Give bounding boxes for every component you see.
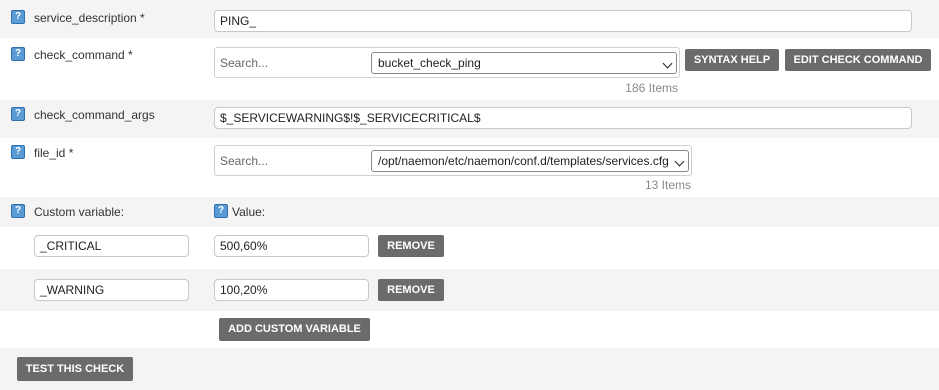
file-id-select[interactable]: /opt/naemon/etc/naemon/conf.d/templates/… (371, 150, 689, 172)
file-id-picker: Search... /opt/naemon/etc/naemon/conf.d/… (214, 145, 692, 176)
check-command-count: 186 Items (625, 81, 678, 95)
custom-variable-name-input[interactable]: _WARNING (34, 279, 189, 301)
custom-variable-name-input[interactable]: _CRITICAL (34, 235, 189, 257)
check-command-args-input[interactable]: $_SERVICEWARNING$!$_SERVICECRITICAL$ (214, 107, 912, 129)
row-check-command: ? check_command * Search... bucket_check… (0, 38, 939, 101)
add-custom-variable-button[interactable]: ADD CUSTOM VARIABLE (219, 318, 370, 341)
value-header: Value: (232, 205, 266, 219)
custom-variable-header: Custom variable: (34, 205, 125, 219)
check-command-search-input[interactable]: Search... (220, 56, 268, 70)
help-icon[interactable]: ? (11, 10, 25, 24)
row-service-description: ? service_description * PING_ (0, 0, 939, 39)
row-file-id: ? file_id * Search... /opt/naemon/etc/na… (0, 138, 939, 198)
file-id-search-input[interactable]: Search... (220, 154, 268, 168)
custom-variable-value-input[interactable]: 100,20% (214, 279, 369, 301)
remove-button[interactable]: REMOVE (378, 279, 444, 301)
check-command-picker: Search... bucket_check_ping (214, 47, 680, 78)
file-id-count: 13 Items (644, 178, 691, 192)
help-icon[interactable]: ? (11, 145, 25, 159)
row-test: TEST THIS CHECK (0, 348, 939, 390)
row-custom-variable-header: ? Custom variable: ? Value: (0, 197, 939, 227)
remove-button[interactable]: REMOVE (378, 235, 444, 257)
check-command-label: check_command * (34, 48, 133, 62)
help-icon[interactable]: ? (11, 204, 25, 218)
help-icon[interactable]: ? (11, 107, 25, 121)
custom-variable-value-input[interactable]: 500,60% (214, 235, 369, 257)
syntax-help-button[interactable]: SYNTAX HELP (685, 49, 779, 71)
edit-check-command-button[interactable]: EDIT CHECK COMMAND (785, 49, 931, 71)
file-id-selected: /opt/naemon/etc/naemon/conf.d/templates/… (378, 154, 669, 168)
chevron-down-icon (662, 58, 673, 69)
check-command-args-label: check_command_args (34, 108, 155, 122)
check-command-selected: bucket_check_ping (378, 56, 481, 70)
help-icon[interactable]: ? (11, 47, 25, 61)
custom-variable-row: _CRITICAL 500,60% REMOVE (0, 227, 939, 270)
service-description-label: service_description * (34, 11, 145, 25)
file-id-label: file_id * (34, 146, 74, 160)
row-add-custom-variable: ADD CUSTOM VARIABLE (0, 311, 939, 348)
test-this-check-button[interactable]: TEST THIS CHECK (17, 357, 133, 381)
chevron-down-icon (674, 156, 685, 167)
service-description-input[interactable]: PING_ (214, 10, 912, 32)
row-check-command-args: ? check_command_args $_SERVICEWARNING$!$… (0, 100, 939, 139)
help-icon[interactable]: ? (214, 204, 228, 218)
custom-variable-row: _WARNING 100,20% REMOVE (0, 269, 939, 312)
check-command-select[interactable]: bucket_check_ping (371, 52, 677, 74)
